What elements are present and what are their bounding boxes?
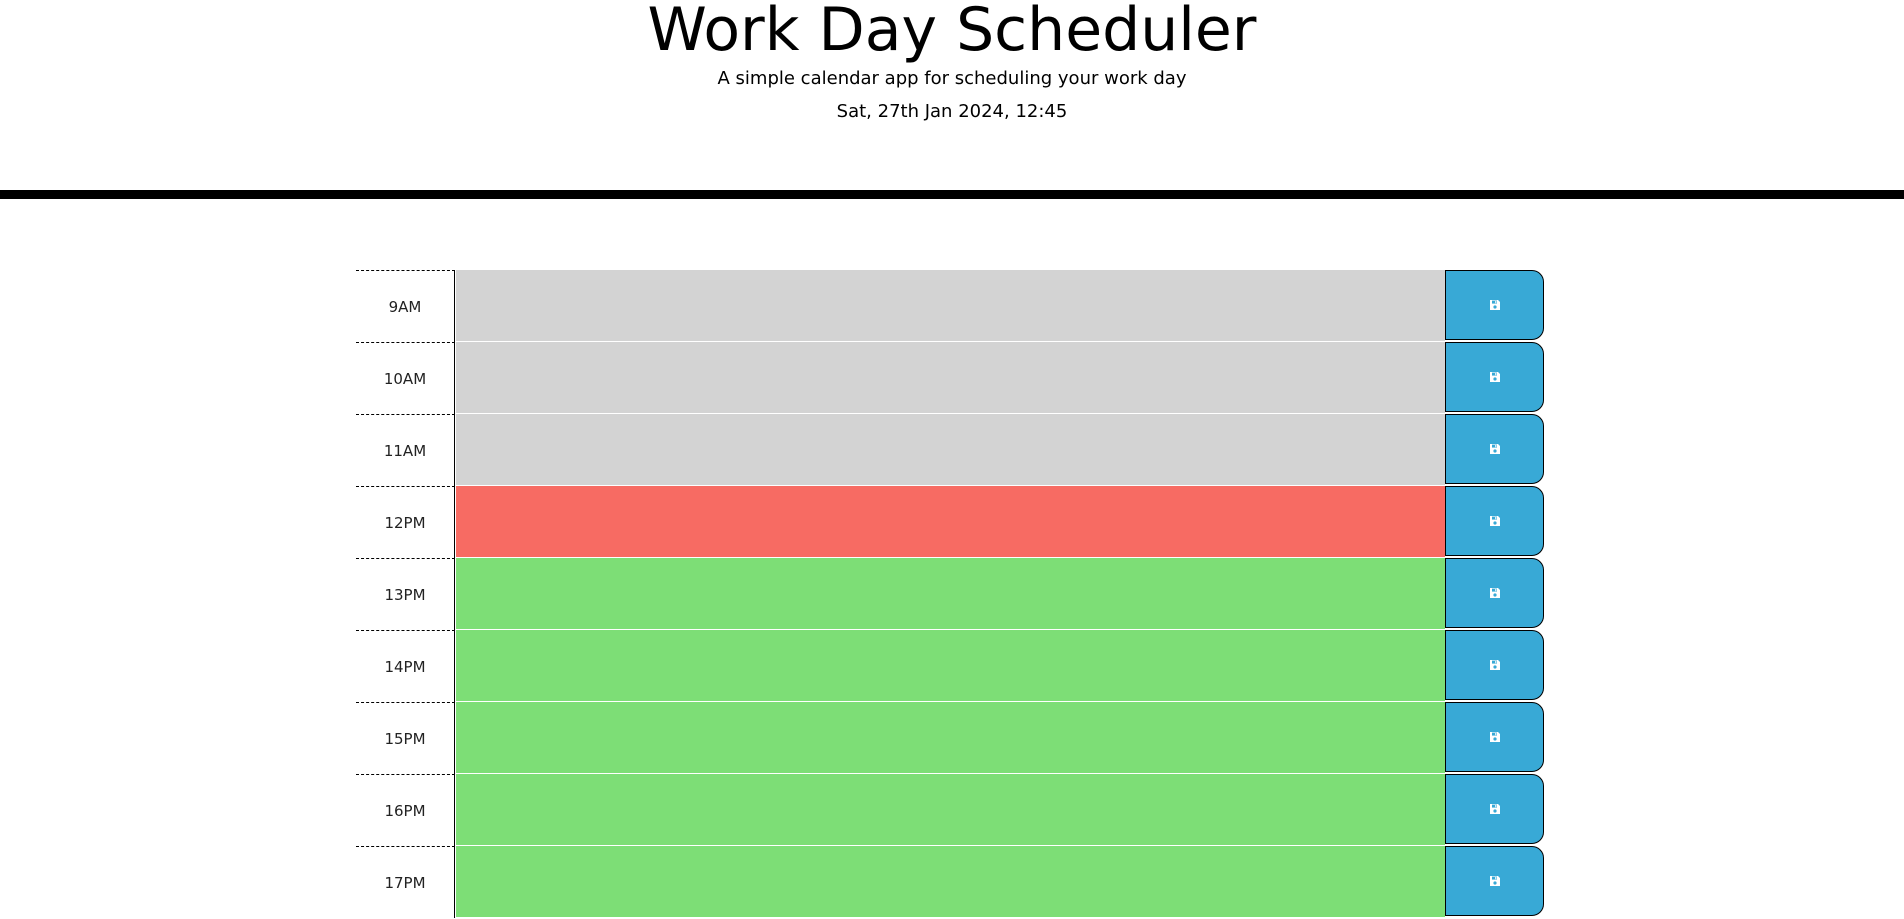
floppy-disk-icon	[1489, 372, 1500, 382]
event-description-textarea[interactable]	[456, 270, 1445, 342]
floppy-disk-icon	[1489, 588, 1500, 598]
floppy-disk-icon	[1489, 660, 1500, 670]
event-description-textarea[interactable]	[456, 846, 1445, 918]
time-block-row: 13PM	[356, 558, 1545, 630]
hour-label: 16PM	[356, 774, 455, 846]
event-description-textarea[interactable]	[456, 342, 1445, 414]
save-button[interactable]	[1445, 846, 1544, 916]
hour-label: 15PM	[356, 702, 455, 774]
hour-label: 13PM	[356, 558, 455, 630]
time-block-row: 14PM	[356, 630, 1545, 702]
time-block-row: 16PM	[356, 774, 1545, 846]
hour-label: 10AM	[356, 342, 455, 414]
floppy-disk-icon	[1489, 804, 1500, 814]
page-subtitle: A simple calendar app for scheduling you…	[717, 68, 1187, 89]
save-button[interactable]	[1445, 630, 1544, 700]
hour-label: 14PM	[356, 630, 455, 702]
time-block-row: 17PM	[356, 846, 1545, 918]
floppy-disk-icon	[1489, 516, 1500, 526]
hour-label: 17PM	[356, 846, 455, 918]
floppy-disk-icon	[1489, 300, 1500, 310]
page-title: Work Day Scheduler	[647, 0, 1257, 65]
save-button[interactable]	[1445, 774, 1544, 844]
floppy-disk-icon	[1489, 876, 1500, 886]
save-button[interactable]	[1445, 270, 1544, 340]
schedule-container: 9AM 10AM 11AM 12PM 13PM 14PM 15PM 16PM 17PM	[356, 270, 1545, 918]
hour-label: 12PM	[356, 486, 455, 558]
current-date-time: Sat, 27th Jan 2024, 12:45	[836, 101, 1068, 122]
hour-label: 9AM	[356, 270, 455, 342]
time-block-row: 9AM	[356, 270, 1545, 342]
event-description-textarea[interactable]	[456, 486, 1445, 558]
time-block-row: 10AM	[356, 342, 1545, 414]
event-description-textarea[interactable]	[456, 702, 1445, 774]
save-button[interactable]	[1445, 414, 1544, 484]
event-description-textarea[interactable]	[456, 630, 1445, 702]
floppy-disk-icon	[1489, 444, 1500, 454]
save-button[interactable]	[1445, 342, 1544, 412]
event-description-textarea[interactable]	[456, 774, 1445, 846]
time-block-row: 11AM	[356, 414, 1545, 486]
page-header: Work Day Scheduler A simple calendar app…	[0, 0, 1904, 199]
event-description-textarea[interactable]	[456, 558, 1445, 630]
time-block-row: 12PM	[356, 486, 1545, 558]
save-button[interactable]	[1445, 702, 1544, 772]
event-description-textarea[interactable]	[456, 414, 1445, 486]
save-button[interactable]	[1445, 558, 1544, 628]
save-button[interactable]	[1445, 486, 1544, 556]
time-block-row: 15PM	[356, 702, 1545, 774]
hour-label: 11AM	[356, 414, 455, 486]
floppy-disk-icon	[1489, 732, 1500, 742]
